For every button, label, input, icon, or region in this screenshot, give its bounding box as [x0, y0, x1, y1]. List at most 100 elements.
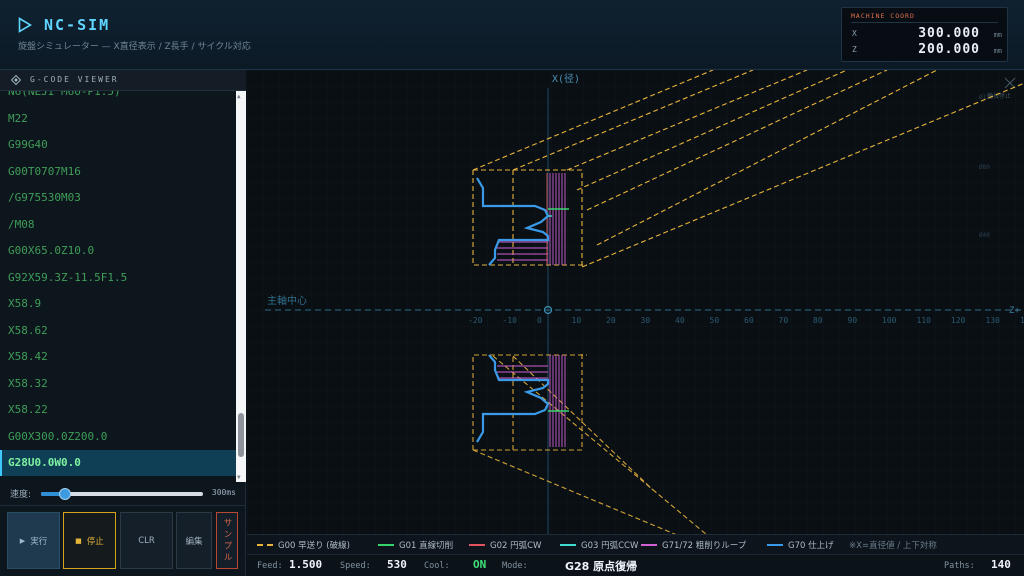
speed-status-label: Speed: [340, 561, 371, 571]
edit-button-label: 編集 [185, 536, 203, 547]
feed-value: 1.500 [289, 558, 323, 571]
gcode-line[interactable]: G99G40 [0, 132, 236, 158]
legend-swatch [469, 544, 485, 546]
coord-z-label: Z [852, 45, 857, 54]
paths-label: Paths: [944, 561, 975, 571]
gcode-line[interactable]: G92X59.3Z-11.5F1.5 [0, 265, 236, 291]
z-tick-label: 120 [951, 316, 966, 325]
app-header: NC-SIM 旋盤シミュレーター — X直径表示 / Z長手 / サイクル対応 … [0, 0, 1024, 70]
z-tick-label: 30 [641, 316, 651, 325]
coord-x-label: X [852, 29, 857, 38]
z-tick-label: -10 [503, 316, 518, 325]
legend-bar: G00 早送り (破線) G01 直線切削 G02 円弧CW G03 円弧CCW G71… [247, 534, 1024, 554]
toolpath-plot: X(径) 主軸中心 Z+ -20 -10 0 10 20 30 40 50 60 70 80 90 10… [247, 70, 1024, 534]
legend-item: G03 円弧CCW [560, 535, 638, 555]
stop-icon: ■ [75, 536, 82, 545]
coord-x-value: 300.000 [918, 26, 980, 41]
status-bar: Feed: 1.500 Speed: 530 Cool: ON Mode: G2… [247, 554, 1024, 576]
gcode-panel: G-CODE VIEWER N6(NEJI M60-P1.5) M22 G99G40… [0, 70, 246, 576]
legend-label: G03 円弧CCW [581, 541, 639, 551]
mode-label: Mode: [502, 561, 528, 571]
z-tick-label: 100 [882, 316, 897, 325]
legend-label: G71/72 粗削りループ [662, 541, 747, 551]
z-tick-label: 90 [848, 316, 858, 325]
gcode-line[interactable]: M22 [0, 106, 236, 132]
gcode-line[interactable]: N6(NEJI M60-P1.5) [0, 91, 236, 105]
stop-button-label: 停止 [86, 536, 104, 547]
speed-status-value: 530 [387, 558, 407, 571]
legend-item: G01 直線切削 [378, 535, 453, 555]
sample-button-label: サンプル [222, 517, 232, 564]
z-tick-label: 0 [537, 316, 542, 325]
toolpath-canvas[interactable]: X(径) 主軸中心 Z+ -20 -10 0 10 20 30 40 50 60 70 80 90 10… [247, 70, 1024, 534]
z-tick-label: 20 [606, 316, 616, 325]
z-tick-label: 50 [710, 316, 720, 325]
gcode-line[interactable]: /G975530M03 [0, 185, 236, 211]
z-tick-label: 70 [779, 316, 789, 325]
gcode-line[interactable]: /M08 [0, 212, 236, 238]
gcode-list[interactable]: N6(NEJI M60-P1.5) M22 G99G40 G00T0707M16/G9… [0, 91, 236, 482]
legend-swatch [560, 544, 576, 546]
run-button[interactable]: ▶ 実行 [7, 512, 60, 569]
play-icon [18, 17, 32, 33]
divider [851, 22, 998, 23]
z-tick-label: 60 [744, 316, 754, 325]
legend-label: G00 早送り (破線) [278, 541, 350, 551]
gcode-line[interactable]: G00T0707M16 [0, 159, 236, 185]
x-axis-label: X(径) [552, 72, 580, 85]
speed-control: 速度: 300ms [0, 482, 246, 506]
z-tick-label: 10 [572, 316, 582, 325]
gcode-line[interactable]: X58.22 [0, 397, 236, 423]
scrollbar[interactable]: ▲ ▼ [236, 91, 246, 482]
title-row: NC-SIM [18, 16, 110, 34]
clear-button-label: CLR [138, 535, 155, 546]
speed-label: 速度: [10, 490, 32, 500]
legend-item: G70 仕上げ [767, 535, 834, 555]
legend-swatch [767, 544, 783, 546]
scroll-down-icon[interactable]: ▼ [237, 474, 241, 481]
z-tick-label: -20 [468, 316, 483, 325]
gcode-line[interactable]: X58.32 [0, 371, 236, 397]
gcode-line[interactable]: X58.62 [0, 318, 236, 344]
stop-button[interactable]: ■ 停止 [63, 512, 116, 569]
gcode-line[interactable]: X58.42 [0, 344, 236, 370]
legend-label: G70 仕上げ [788, 541, 834, 551]
speed-slider-thumb[interactable] [59, 488, 72, 500]
clear-button[interactable]: CLR [120, 512, 173, 569]
paths-value: 140 [991, 558, 1011, 571]
coord-z-row: Z 200.000 mm [852, 42, 1002, 58]
gcode-line[interactable]: G00X300.0Z200.0 [0, 424, 236, 450]
scroll-up-icon[interactable]: ▲ [237, 93, 241, 100]
cool-label: Cool: [424, 561, 450, 571]
legend-item: G02 円弧CW [469, 535, 541, 555]
z-tick-label: 130 [986, 316, 1001, 325]
gcode-viewer-header: G-CODE VIEWER [0, 70, 246, 91]
gcode-viewer-title: G-CODE VIEWER [30, 75, 119, 84]
coord-x-unit: mm [993, 31, 1002, 39]
mode-value: G28 原点復帰 [565, 560, 638, 573]
machine-coord-panel: MACHINE COORD X 300.000 mm Z 200.000 mm [841, 7, 1008, 62]
legend-item: G71/72 粗削りループ [641, 535, 746, 555]
sample-button[interactable]: サンプル [216, 512, 238, 569]
legend-item: G00 早送り (破線) [257, 535, 350, 555]
speed-slider[interactable] [41, 488, 203, 500]
z-tick-label: 1 [1020, 316, 1024, 325]
legend-label: G02 円弧CW [490, 541, 542, 551]
z-axis-label: Z+ [1009, 306, 1020, 316]
scroll-thumb[interactable] [238, 413, 244, 457]
z-tick-label: 80 [813, 316, 823, 325]
gcode-line[interactable]: G28U0.0W0.0 [0, 450, 236, 476]
cool-value: ON [473, 558, 487, 571]
play-icon: ▶ [19, 536, 26, 545]
gcode-line[interactable]: G00X65.0Z10.0 [0, 238, 236, 264]
app-title: NC-SIM [44, 16, 111, 34]
edit-button[interactable]: 編集 [176, 512, 212, 569]
x-tick-label: Ø80 [979, 164, 990, 171]
gcode-line[interactable]: X58.9 [0, 291, 236, 317]
machine-coord-title: MACHINE COORD [851, 12, 915, 20]
legend-swatch [378, 544, 394, 546]
grid [247, 70, 1024, 534]
speed-value: 300ms [211, 488, 236, 497]
spindle-label: 主軸中心 [267, 294, 307, 307]
feed-label: Feed: [257, 561, 283, 571]
